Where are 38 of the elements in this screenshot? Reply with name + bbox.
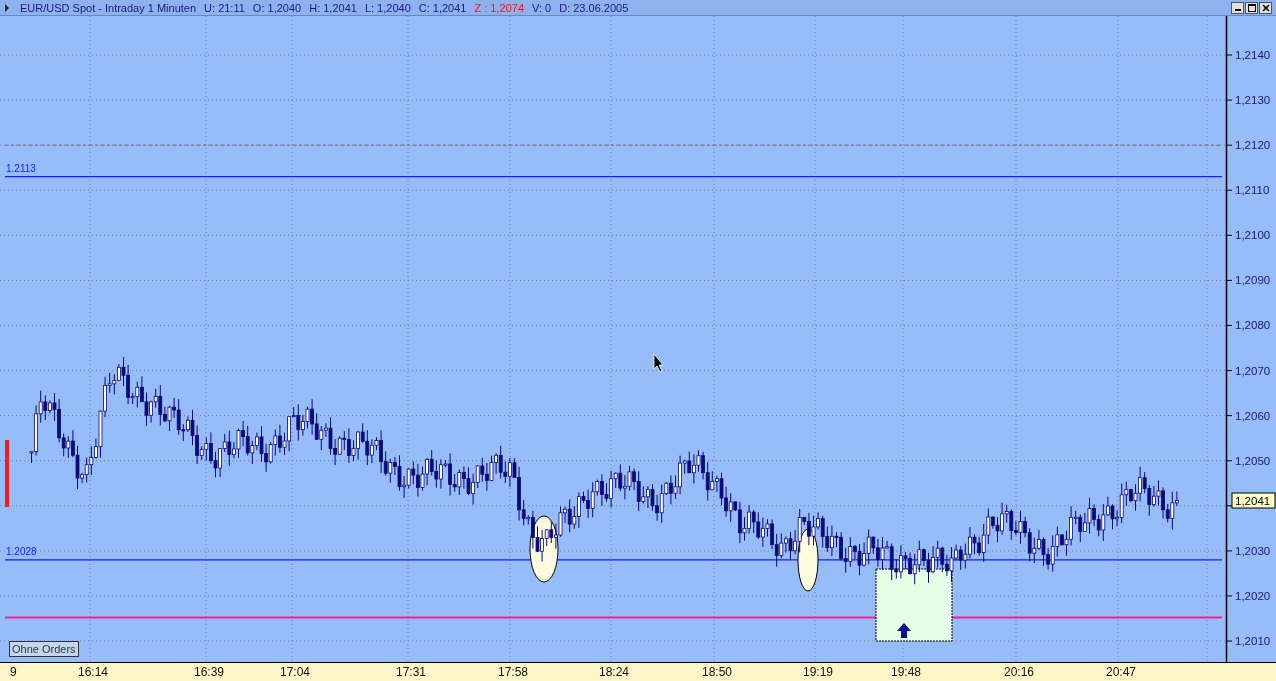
- quote-field: O: 1,2040: [252, 1, 302, 14]
- price-label: 1,2060: [1235, 409, 1271, 422]
- price-label: 1,2050: [1235, 454, 1271, 467]
- price-label: 1,2130: [1235, 94, 1271, 107]
- time-label: 9: [10, 665, 17, 679]
- price-tag: 1,2041: [1231, 492, 1276, 509]
- window-title: EUR/USD Spot - Intraday 1 Minuten: [20, 1, 197, 14]
- time-label: 17:31: [396, 665, 427, 679]
- time-label: 16:39: [194, 665, 225, 679]
- time-label: 16:14: [78, 665, 109, 679]
- level-label: 1.2028: [6, 545, 37, 557]
- quote-field: C: 1,2041: [418, 1, 467, 14]
- time-label: 20:47: [1106, 665, 1137, 679]
- level-label: 1.2113: [6, 162, 36, 174]
- quote-field: Z : 1,2074: [474, 1, 524, 14]
- price-label: 1,2010: [1235, 635, 1271, 648]
- quote-field: H: 1,2041: [309, 1, 357, 14]
- price-label: 1,2120: [1235, 139, 1271, 152]
- time-label: 20:16: [1004, 665, 1035, 679]
- time-label: 18:50: [702, 665, 733, 679]
- time-label: 17:04: [280, 665, 311, 679]
- time-label: 19:19: [803, 665, 834, 679]
- quote-field: U: 21:11: [204, 1, 245, 14]
- quote-field: L: 1,2040: [364, 1, 411, 14]
- price-label: 1,2030: [1235, 544, 1271, 557]
- price-label: 1,2140: [1235, 49, 1271, 61]
- orders-button[interactable]: Ohne Orders: [9, 641, 79, 657]
- price-label: 1,2070: [1235, 364, 1271, 377]
- time-label: 18:24: [599, 665, 630, 679]
- quote-field: D: 23.06.2005: [559, 1, 629, 14]
- price-label: 1,2020: [1235, 589, 1271, 602]
- price-label: 1,2100: [1235, 229, 1271, 242]
- price-label: 1,2110: [1235, 184, 1270, 197]
- price-label: 1,2080: [1235, 319, 1271, 332]
- time-label: 19:48: [891, 665, 922, 679]
- quote-field: V: 0: [532, 1, 552, 14]
- price-label: 1,2090: [1235, 274, 1271, 287]
- time-label: 17:58: [498, 665, 529, 679]
